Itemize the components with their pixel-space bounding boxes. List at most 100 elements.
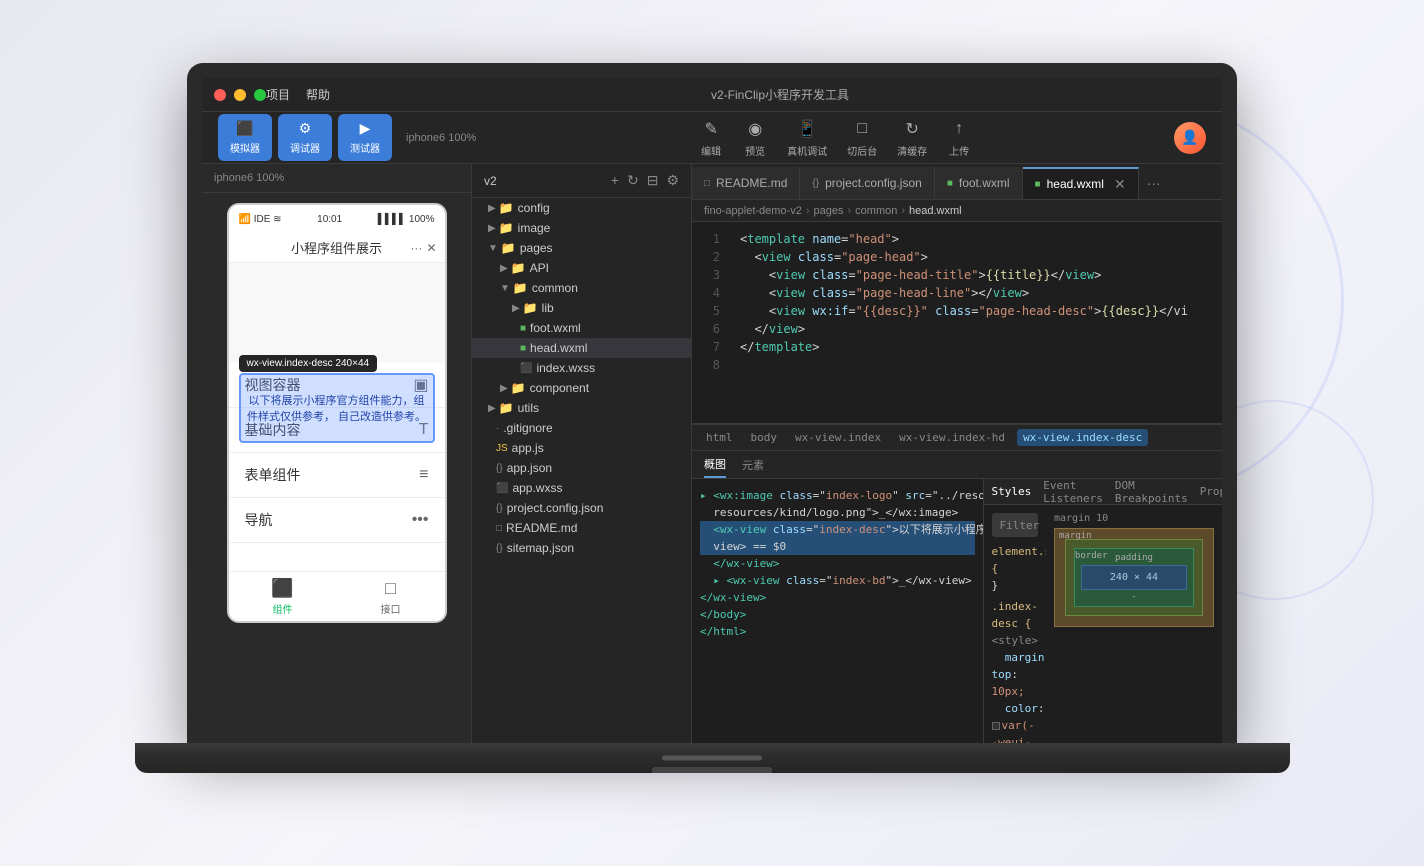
css-selector-index-desc: .index-desc { <box>992 600 1038 630</box>
html-tree-line-3[interactable]: view> == $0 <box>700 538 975 555</box>
selector-wx-view-index-desc[interactable]: wx-view.index-desc <box>1017 429 1148 446</box>
sim-section-3[interactable]: 导航 ••• <box>229 498 445 543</box>
preview-action[interactable]: ◉ 预览 <box>743 117 767 158</box>
sim-highlight-text: 以下将展示小程序官方组件能力，组件样式仅供参考， 自己改造供参考。 <box>241 388 433 428</box>
maximize-button[interactable] <box>254 89 266 101</box>
code-content[interactable]: <template name="head"> <view class="page… <box>728 222 1222 423</box>
sim-content-area: wx-view.index-desc 240×44 以下将展示小程序官方组件能力… <box>229 263 445 363</box>
tab-head-close[interactable]: ✕ <box>1114 176 1126 193</box>
tab-head-icon: ■ <box>1035 179 1041 190</box>
sim-tooltip: wx-view.index-desc 240×44 <box>239 355 378 372</box>
title-bar: 项目 帮助 v2-FinClip小程序开发工具 <box>202 78 1222 112</box>
code-editor[interactable]: 12345678 <template name="head"> <view cl… <box>692 222 1222 743</box>
tab-foot-icon: ■ <box>947 178 953 189</box>
code-line-7: </template> <box>740 338 1210 356</box>
upload-action[interactable]: ↑ 上传 <box>947 117 971 158</box>
user-avatar[interactable]: 👤 <box>1174 122 1206 154</box>
tree-item-foot-wxml[interactable]: ■ foot.wxml <box>472 318 691 338</box>
tree-item-config[interactable]: ▶ 📁 config <box>472 198 691 218</box>
styles-filter[interactable]: Filter :hov .cls + <box>992 513 1039 537</box>
html-tree[interactable]: ▸ <wx:image class="index-logo" src="../r… <box>692 479 984 743</box>
sim-highlight-box: 以下将展示小程序官方组件能力，组件样式仅供参考， 自己改造供参考。 <box>239 373 435 443</box>
file-new-icon[interactable]: + <box>611 172 619 189</box>
file-refresh-icon[interactable]: ↻ <box>627 172 639 189</box>
sim-action-close[interactable]: ✕ <box>426 241 436 255</box>
sim-nav-interfaces[interactable]: □ 接口 <box>337 572 445 621</box>
tab-foot-wxml[interactable]: ■ foot.wxml <box>935 167 1023 199</box>
sim-nav-components-icon: ⬛ <box>271 578 293 599</box>
sim-app-title-bar: 小程序组件展示 ··· ✕ <box>229 233 445 263</box>
edit-action[interactable]: ✎ 编辑 <box>699 117 723 158</box>
debugger-icon: ⚙ <box>299 120 312 137</box>
debugger-button[interactable]: ⚙ 调试器 <box>278 114 332 161</box>
tree-item-api[interactable]: ▶ 📁 API <box>472 258 691 278</box>
tab-readme[interactable]: □ README.md <box>692 167 800 199</box>
menu-item-help[interactable]: 帮助 <box>306 86 330 103</box>
sim-action-more[interactable]: ··· <box>410 241 422 255</box>
selector-wx-view-index-hd[interactable]: wx-view.index-hd <box>893 429 1011 446</box>
devtools-tab-elements[interactable]: 元素 <box>742 453 764 477</box>
tree-item-gitignore[interactable]: · .gitignore <box>472 418 691 438</box>
sim-section-2[interactable]: 表单组件 ≡ <box>229 453 445 498</box>
tree-item-sitemap[interactable]: {} sitemap.json <box>472 538 691 558</box>
sim-title-actions: ··· ✕ <box>410 241 436 255</box>
tree-item-project-config[interactable]: {} project.config.json <box>472 498 691 518</box>
tree-item-utils[interactable]: ▶ 📁 utils <box>472 398 691 418</box>
close-button[interactable] <box>214 89 226 101</box>
test-icon: ▶ <box>360 120 371 137</box>
box-model-content: 240 × 44 <box>1081 565 1187 590</box>
selector-body[interactable]: body <box>745 429 784 446</box>
tree-item-index-wxss[interactable]: ⬛ index.wxss <box>472 358 691 378</box>
menu-bar: 项目 帮助 <box>266 86 330 103</box>
background-action[interactable]: □ 切后台 <box>847 117 877 158</box>
devtools-tab-overview[interactable]: 概图 <box>704 452 726 478</box>
tree-item-common-label: common <box>532 281 578 295</box>
html-tree-line-8: </html> <box>700 623 975 640</box>
box-margin-label: margin <box>1059 531 1092 541</box>
html-tree-line-2[interactable]: <wx-view class="index-desc">以下将展示小程序官方组件… <box>700 521 975 538</box>
test-button[interactable]: ▶ 测试器 <box>338 114 392 161</box>
css-color-swatch <box>992 722 1000 730</box>
tree-item-readme[interactable]: □ README.md <box>472 518 691 538</box>
tree-item-pages[interactable]: ▼ 📁 pages <box>472 238 691 258</box>
selector-wx-view-index[interactable]: wx-view.index <box>789 429 887 446</box>
editor-panel: □ README.md {} project.config.json ■ foo… <box>692 164 1222 743</box>
sim-nav-components[interactable]: ⬛ 组件 <box>229 572 337 621</box>
breadcrumb-current: head.wxml <box>909 205 962 217</box>
file-collapse-icon[interactable]: ⊟ <box>647 172 659 189</box>
real-device-action[interactable]: 📱 真机调试 <box>787 117 827 158</box>
laptop-base <box>135 743 1290 773</box>
toolbar-left: ⬛ 模拟器 ⚙ 调试器 ▶ 测试器 iphone6 100% <box>218 114 476 161</box>
styles-tab-styles[interactable]: Styles <box>992 481 1032 502</box>
minimize-button[interactable] <box>234 89 246 101</box>
tab-head-wxml[interactable]: ■ head.wxml ✕ <box>1023 167 1139 199</box>
devtools-content: ▸ <wx:image class="index-logo" src="../r… <box>692 479 1222 743</box>
tree-item-head-wxml[interactable]: ■ head.wxml <box>472 338 691 358</box>
tree-item-component[interactable]: ▶ 📁 component <box>472 378 691 398</box>
styles-tab-properties[interactable]: Properties <box>1200 481 1222 502</box>
box-padding-bottom: - <box>1079 592 1189 602</box>
tab-more-button[interactable]: ··· <box>1139 167 1169 199</box>
styles-panel: Styles Event Listeners DOM Breakpoints P… <box>984 479 1223 743</box>
tree-item-app-wxss[interactable]: ⬛ app.wxss <box>472 478 691 498</box>
tree-item-common[interactable]: ▼ 📁 common <box>472 278 691 298</box>
box-model-margin: margin border padding 240 × 44 <box>1054 528 1214 627</box>
sim-signal: 📶 IDE ≋ <box>239 214 282 225</box>
simulator-button[interactable]: ⬛ 模拟器 <box>218 114 272 161</box>
edit-label: 编辑 <box>701 143 721 158</box>
test-label: 测试器 <box>350 140 380 155</box>
tree-item-app-js[interactable]: JS app.js <box>472 438 691 458</box>
tab-project-icon: {} <box>812 178 819 189</box>
tree-item-app-json[interactable]: {} app.json <box>472 458 691 478</box>
tab-project-config[interactable]: {} project.config.json <box>800 167 934 199</box>
selector-html[interactable]: html <box>700 429 739 446</box>
breadcrumb-root: fino-applet-demo-v2 <box>704 205 802 217</box>
laptop-bezel: 项目 帮助 v2-FinClip小程序开发工具 ⬛ 模拟器 ⚙ 调 <box>187 63 1237 743</box>
styles-tab-bar: Styles Event Listeners DOM Breakpoints P… <box>984 479 1223 505</box>
tree-item-image[interactable]: ▶ 📁 image <box>472 218 691 238</box>
menu-item-project[interactable]: 项目 <box>266 86 290 103</box>
tree-item-lib[interactable]: ▶ 📁 lib <box>472 298 691 318</box>
sim-nav-components-label: 组件 <box>273 601 293 616</box>
file-settings-icon[interactable]: ⚙ <box>666 172 679 189</box>
clear-cache-action[interactable]: ↻ 清缓存 <box>897 117 927 158</box>
